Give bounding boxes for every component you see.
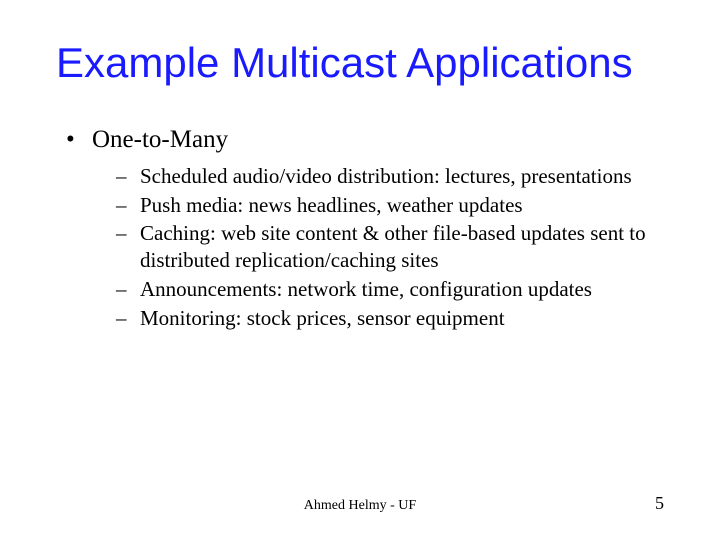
footer-author: Ahmed Helmy - UF: [0, 498, 720, 514]
list-item: Scheduled audio/video distribution: lect…: [116, 163, 660, 190]
bullet-list-level1: One-to-Many Scheduled audio/video distri…: [60, 124, 660, 332]
list-item: Push media: news headlines, weather upda…: [116, 192, 660, 219]
list-item-text: Push media: news headlines, weather upda…: [140, 193, 523, 217]
list-item: Announcements: network time, configurati…: [116, 276, 660, 303]
list-item: Monitoring: stock prices, sensor equipme…: [116, 305, 660, 332]
slide: Example Multicast Applications One-to-Ma…: [0, 0, 720, 540]
list-item-text: Caching: web site content & other file-b…: [140, 221, 646, 272]
list-item-text: Announcements: network time, configurati…: [140, 277, 592, 301]
list-item: One-to-Many Scheduled audio/video distri…: [60, 124, 660, 332]
list-item: Caching: web site content & other file-b…: [116, 220, 660, 274]
page-number: 5: [655, 493, 664, 514]
list-item-text: Monitoring: stock prices, sensor equipme…: [140, 306, 505, 330]
slide-title: Example Multicast Applications: [0, 0, 720, 86]
slide-body: One-to-Many Scheduled audio/video distri…: [0, 86, 720, 332]
list-item-text: Scheduled audio/video distribution: lect…: [140, 164, 632, 188]
list-item-label: One-to-Many: [92, 126, 228, 153]
bullet-list-level2: Scheduled audio/video distribution: lect…: [92, 163, 660, 332]
